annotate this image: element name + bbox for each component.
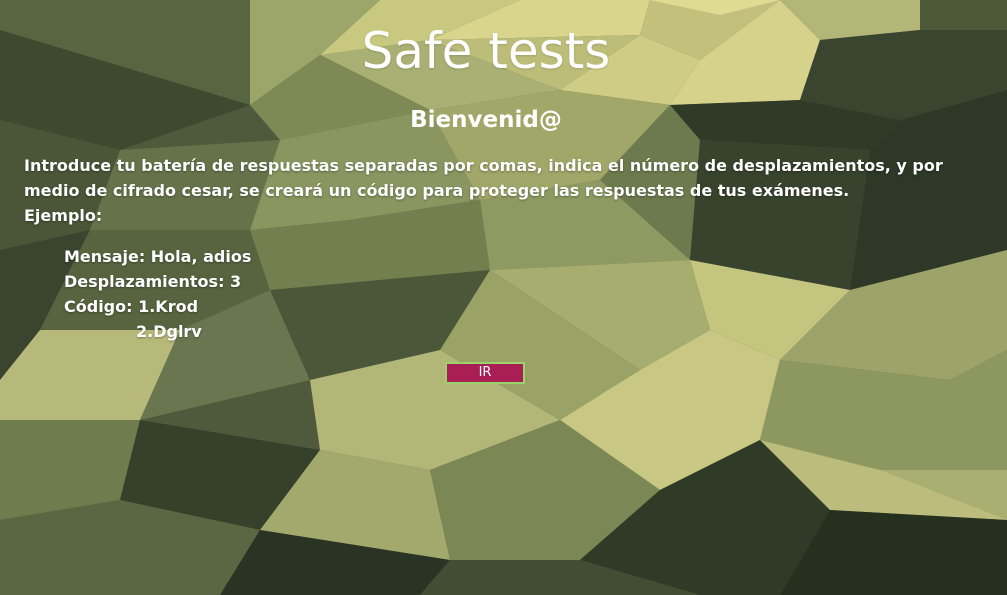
example-block: Mensaje: Hola, adios Desplazamientos: 3 … <box>64 244 251 344</box>
example-code-line-1: Código: 1.Krod <box>64 297 199 316</box>
intro-text: Introduce tu batería de respuestas separ… <box>24 153 984 228</box>
example-message: Mensaje: Hola, adios <box>64 247 252 266</box>
intro-line-1: Introduce tu batería de respuestas separ… <box>24 156 943 175</box>
page-title: Safe tests <box>361 22 611 80</box>
example-code-line-2: 2.Dglrv <box>136 322 202 341</box>
ir-button[interactable]: IR <box>445 362 525 384</box>
welcome-heading: Bienvenid@ <box>410 107 562 133</box>
example-heading: Ejemplo: <box>24 206 103 225</box>
example-shifts: Desplazamientos: 3 <box>64 272 242 291</box>
main-content: Safe tests Bienvenid@ Introduce tu bater… <box>0 0 1007 595</box>
intro-line-2: medio de cifrado cesar, se creará un cód… <box>24 181 850 200</box>
